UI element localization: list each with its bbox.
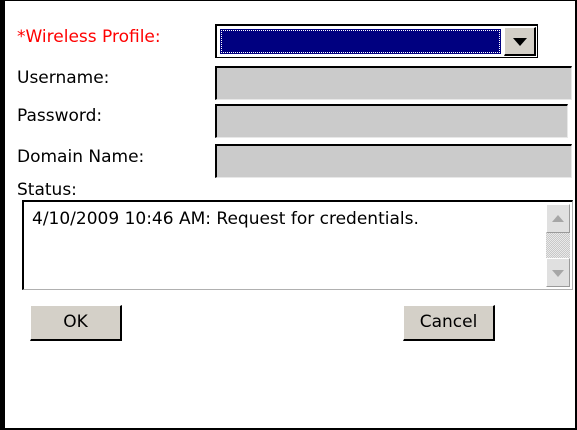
scroll-down-button[interactable] bbox=[546, 258, 570, 287]
username-field[interactable] bbox=[215, 66, 572, 100]
cancel-button[interactable]: Cancel bbox=[403, 305, 495, 341]
wireless-profile-label: *Wireless Profile: bbox=[17, 27, 161, 47]
chevron-down-icon bbox=[513, 38, 527, 46]
scroll-up-arrow-icon bbox=[552, 215, 564, 222]
password-label: Password: bbox=[17, 106, 103, 126]
status-label: Status: bbox=[17, 180, 77, 200]
wireless-profile-dropdown[interactable] bbox=[215, 24, 538, 58]
status-message: 4/10/2009 10:46 AM: Request for credenti… bbox=[32, 209, 419, 229]
domain-name-field[interactable] bbox=[215, 144, 572, 178]
ok-button[interactable]: OK bbox=[30, 305, 122, 341]
dropdown-arrow-button[interactable] bbox=[504, 27, 536, 56]
domain-name-label: Domain Name: bbox=[17, 147, 145, 167]
status-scrollbar[interactable] bbox=[546, 204, 570, 287]
username-label: Username: bbox=[17, 68, 110, 88]
password-field[interactable] bbox=[215, 104, 568, 138]
wireless-profile-selection bbox=[220, 29, 501, 54]
scroll-up-button[interactable] bbox=[546, 204, 570, 233]
status-textbox[interactable]: 4/10/2009 10:46 AM: Request for credenti… bbox=[22, 200, 573, 290]
credentials-dialog: *Wireless Profile: Username: Password: D… bbox=[0, 0, 577, 430]
scroll-down-arrow-icon bbox=[552, 270, 564, 277]
